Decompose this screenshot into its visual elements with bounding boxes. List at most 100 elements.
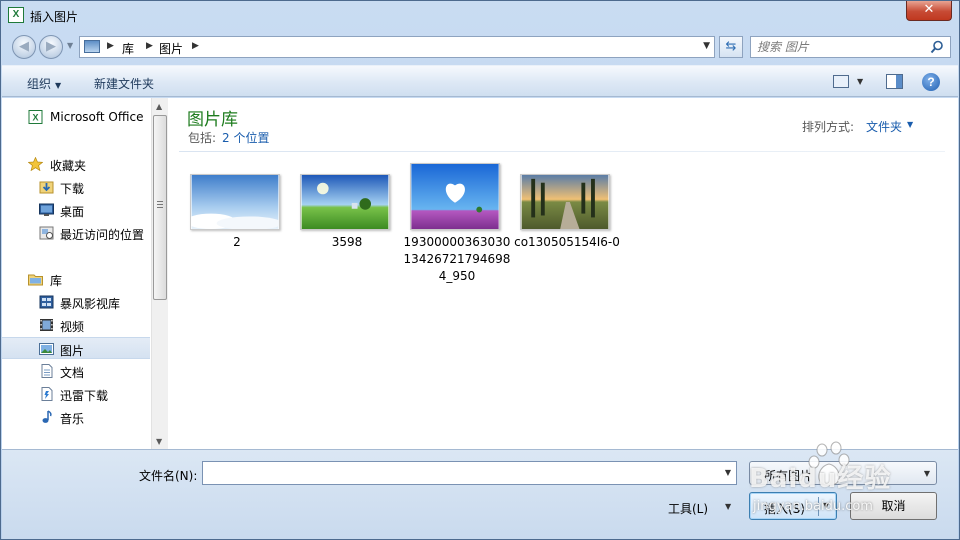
file-item[interactable]: co130505154I6-0 bbox=[512, 164, 622, 264]
preview-pane-icon[interactable] bbox=[886, 74, 903, 89]
refresh-button[interactable]: ⇆ bbox=[719, 36, 743, 58]
sidebar-item-music[interactable]: 音乐 bbox=[2, 406, 150, 428]
organize-label: 组织 bbox=[27, 77, 52, 91]
sidebar-item-label: 最近访问的位置 bbox=[60, 228, 145, 242]
back-button[interactable]: ◀ bbox=[12, 35, 36, 59]
file-item[interactable]: 3598 bbox=[292, 164, 402, 249]
breadcrumb-pictures[interactable]: 图片 bbox=[159, 40, 183, 57]
scroll-down-icon[interactable]: ▼ bbox=[156, 437, 162, 446]
chevron-down-icon[interactable]: ▼ bbox=[725, 468, 731, 477]
sidebar-item-videos[interactable]: 视频 bbox=[2, 314, 150, 336]
sidebar-item-label: 文档 bbox=[60, 366, 85, 380]
footer-area: 文件名(N): ▼ 所有图片 ▼ 工具(L) ▼ 插入(S) ▼ 取消 bbox=[2, 449, 958, 539]
library-icon bbox=[28, 274, 43, 286]
file-name: 19300000363030134267217946984_950 bbox=[403, 235, 511, 283]
view-options-dropdown[interactable]: ▼ bbox=[857, 77, 863, 86]
video-icon bbox=[40, 319, 53, 331]
filename-input[interactable] bbox=[207, 465, 712, 481]
excel-icon: X bbox=[28, 110, 43, 124]
address-bar[interactable]: ▶ 库 ▶ 图片 ▶ ▼ bbox=[79, 36, 715, 58]
sidebar-item-downloads[interactable]: 下载 bbox=[2, 176, 150, 198]
sidebar-item-recent-places[interactable]: 最近访问的位置 bbox=[2, 222, 150, 244]
sidebar-item-label: Microsoft Office bbox=[50, 110, 144, 124]
sidebar-item-label: 图片 bbox=[60, 344, 85, 358]
help-icon[interactable]: ? bbox=[922, 73, 940, 91]
video-library-icon bbox=[39, 295, 54, 309]
header-divider bbox=[179, 151, 945, 152]
file-name: 3598 bbox=[331, 235, 363, 249]
sidebar-item-libraries[interactable]: 库 bbox=[2, 268, 150, 290]
file-list-pane: 图片库 包括: 2 个位置 排列方式: 文件夹 ▼ 2 3598 1930000… bbox=[169, 98, 958, 449]
sidebar-item-label: 迅雷下载 bbox=[60, 389, 109, 403]
library-includes: 包括: 2 个位置 bbox=[188, 129, 270, 146]
excel-app-icon: X bbox=[8, 7, 24, 23]
close-button[interactable]: ✕ bbox=[906, 1, 952, 21]
change-view-icon[interactable] bbox=[833, 75, 849, 88]
tools-button[interactable]: 工具(L) bbox=[668, 500, 708, 517]
main-area: X Microsoft Office 收藏夹 下载 桌面 最近访问的位置 库 暴… bbox=[2, 98, 958, 449]
star-icon bbox=[28, 157, 43, 171]
search-input[interactable] bbox=[757, 39, 927, 55]
sidebar-item-pictures[interactable]: 图片 bbox=[2, 337, 150, 359]
sidebar-item-storm-video-library[interactable]: 暴风影视库 bbox=[2, 291, 150, 313]
file-name: 2 bbox=[233, 235, 241, 249]
file-item[interactable]: 19300000363030134267217946984_950 bbox=[402, 163, 512, 284]
search-box[interactable] bbox=[750, 36, 951, 58]
new-folder-button[interactable]: 新建文件夹 bbox=[94, 75, 154, 92]
library-locations-link[interactable]: 2 个位置 bbox=[222, 131, 269, 145]
filename-label: 文件名(N): bbox=[139, 469, 198, 483]
music-icon bbox=[42, 410, 52, 423]
arrange-by-dropdown[interactable]: 文件夹 bbox=[866, 118, 902, 135]
sidebar-item-microsoft-office[interactable]: X Microsoft Office bbox=[2, 106, 150, 128]
sidebar-scrollbar[interactable]: ▲ ▼ bbox=[151, 98, 168, 449]
address-history-dropdown[interactable]: ▼ bbox=[703, 41, 710, 51]
forward-button[interactable]: ▶ bbox=[39, 35, 63, 59]
insert-picture-dialog: X 插入图片 ✕ ◀ ▶ ▼ ▶ 库 ▶ 图片 ▶ ▼ ⇆ 组织▼ 新建文件夹 … bbox=[0, 0, 960, 540]
arrange-by-label: 排列方式: bbox=[802, 120, 855, 134]
scrollbar-thumb[interactable] bbox=[153, 115, 167, 300]
insert-button[interactable]: 插入(S) ▼ bbox=[749, 492, 837, 520]
arrow-right-icon: ▶ bbox=[46, 39, 56, 54]
chevron-right-icon[interactable]: ▶ bbox=[146, 41, 153, 51]
window-title: 插入图片 bbox=[30, 10, 79, 24]
chevron-down-icon[interactable]: ▼ bbox=[823, 501, 829, 510]
chevron-down-icon[interactable]: ▼ bbox=[725, 502, 731, 511]
file-type-select[interactable]: 所有图片 ▼ bbox=[749, 461, 937, 485]
cancel-button[interactable]: 取消 bbox=[850, 492, 937, 520]
arrow-left-icon: ◀ bbox=[19, 39, 29, 54]
organize-button[interactable]: 组织 ▼ bbox=[27, 75, 61, 92]
scroll-up-icon[interactable]: ▲ bbox=[156, 102, 162, 111]
image-thumbnail bbox=[300, 174, 390, 230]
sidebar-item-label: 下载 bbox=[60, 182, 85, 196]
desktop-icon bbox=[39, 203, 54, 216]
filename-field[interactable]: ▼ bbox=[202, 461, 737, 485]
chevron-right-icon[interactable]: ▶ bbox=[192, 41, 199, 51]
includes-label: 包括: bbox=[188, 131, 217, 145]
breadcrumb-library[interactable]: 库 bbox=[122, 40, 134, 57]
sidebar-item-documents[interactable]: 文档 bbox=[2, 360, 150, 382]
command-bar: 组织 ▼ 新建文件夹 ▼ ? bbox=[2, 65, 958, 97]
sidebar-item-favorites[interactable]: 收藏夹 bbox=[2, 153, 150, 175]
insert-label: 插入(S) bbox=[764, 502, 805, 516]
image-thumbnail bbox=[190, 174, 280, 230]
sidebar-item-label: 库 bbox=[50, 274, 63, 288]
chevron-down-icon[interactable]: ▼ bbox=[907, 120, 913, 129]
image-thumbnail bbox=[410, 163, 500, 230]
file-item[interactable]: 2 bbox=[182, 164, 292, 249]
file-name: co130505154I6-0 bbox=[514, 235, 620, 249]
chevron-down-icon: ▼ bbox=[923, 469, 930, 478]
pictures-icon bbox=[39, 343, 54, 355]
sidebar-item-label: 收藏夹 bbox=[50, 159, 87, 173]
sidebar-item-desktop[interactable]: 桌面 bbox=[2, 199, 150, 221]
split-divider bbox=[818, 497, 819, 516]
recent-pages-dropdown[interactable]: ▼ bbox=[67, 41, 73, 50]
file-type-value: 所有图片 bbox=[764, 469, 813, 483]
title-bar[interactable]: X 插入图片 ✕ bbox=[1, 1, 959, 29]
chevron-right-icon[interactable]: ▶ bbox=[107, 41, 114, 51]
download-folder-icon bbox=[39, 181, 54, 194]
refresh-icon: ⇆ bbox=[725, 39, 737, 54]
chevron-down-icon: ▼ bbox=[55, 81, 62, 90]
sidebar-item-thunder-downloads[interactable]: 迅雷下载 bbox=[2, 383, 150, 405]
library-title: 图片库 bbox=[187, 110, 238, 130]
search-icon[interactable] bbox=[930, 40, 944, 54]
